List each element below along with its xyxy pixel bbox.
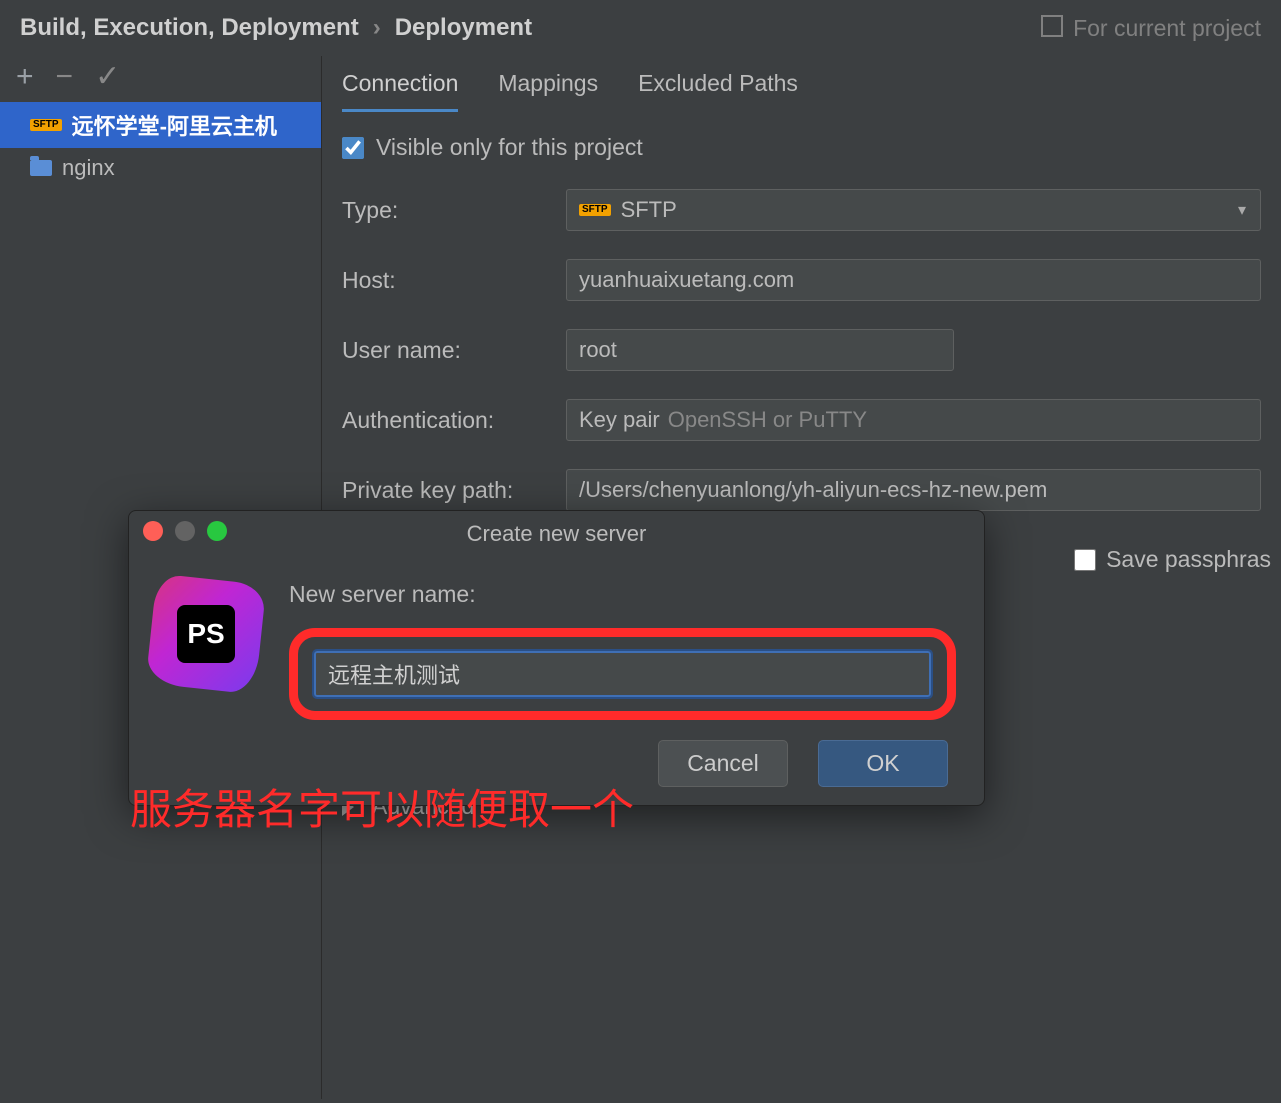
server-item-nginx[interactable]: nginx: [0, 148, 321, 188]
for-current-project-hint: For current project: [1045, 15, 1261, 42]
breadcrumb-parent[interactable]: Build, Execution, Deployment: [20, 14, 359, 42]
copy-icon: [1045, 19, 1063, 37]
tab-mappings[interactable]: Mappings: [498, 70, 598, 112]
type-value: SFTP: [621, 197, 677, 223]
visible-only-checkbox[interactable]: [342, 137, 364, 159]
server-toolbar: + − ✓: [0, 56, 321, 102]
close-icon[interactable]: [143, 521, 163, 541]
visible-only-label: Visible only for this project: [376, 134, 643, 161]
server-name: nginx: [62, 155, 115, 181]
annotation-highlight: [289, 628, 956, 720]
server-item-yuanhuai[interactable]: SFTP 远怀学堂-阿里云主机: [0, 102, 321, 148]
minimize-icon: [175, 521, 195, 541]
cancel-button[interactable]: Cancel: [658, 740, 788, 787]
type-select[interactable]: SFTP SFTP: [566, 189, 1261, 231]
tab-excluded-paths[interactable]: Excluded Paths: [638, 70, 798, 112]
chevron-right-icon: ›: [373, 14, 381, 42]
authentication-value: Key pair: [579, 407, 660, 433]
private-key-input[interactable]: /Users/chenyuanlong/yh-aliyun-ecs-hz-new…: [566, 469, 1261, 511]
type-label: Type:: [342, 197, 566, 224]
host-input[interactable]: yuanhuaixuetang.com: [566, 259, 1261, 301]
ok-button[interactable]: OK: [818, 740, 948, 787]
tab-connection[interactable]: Connection: [342, 70, 458, 112]
sftp-icon: SFTP: [579, 204, 611, 216]
sftp-icon: SFTP: [30, 119, 62, 131]
new-server-name-label: New server name:: [289, 581, 956, 608]
add-button[interactable]: +: [16, 62, 34, 92]
private-key-label: Private key path:: [342, 477, 566, 504]
breadcrumb: Build, Execution, Deployment › Deploymen…: [0, 0, 1281, 56]
tabs: Connection Mappings Excluded Paths: [322, 56, 1281, 112]
authentication-select[interactable]: Key pair OpenSSH or PuTTY: [566, 399, 1261, 441]
remove-button[interactable]: −: [56, 62, 74, 92]
annotation-text: 服务器名字可以随便取一个: [130, 776, 634, 837]
folder-icon: [30, 160, 52, 176]
check-button[interactable]: ✓: [95, 62, 120, 92]
server-name: 远怀学堂-阿里云主机: [72, 109, 277, 141]
user-name-label: User name:: [342, 337, 566, 364]
zoom-icon[interactable]: [207, 521, 227, 541]
authentication-hint: OpenSSH or PuTTY: [668, 407, 867, 433]
create-new-server-dialog: Create new server PS New server name: Ca…: [128, 510, 985, 806]
window-controls: [143, 521, 227, 541]
new-server-name-input[interactable]: [314, 651, 931, 697]
save-passphrase-label: Save passphras: [1106, 546, 1271, 573]
ps-logo-text: PS: [177, 605, 235, 663]
host-label: Host:: [342, 267, 566, 294]
dialog-title: Create new server: [467, 521, 647, 546]
dialog-titlebar: Create new server: [129, 511, 984, 557]
breadcrumb-current: Deployment: [395, 14, 532, 42]
authentication-label: Authentication:: [342, 407, 566, 434]
for-project-label: For current project: [1073, 15, 1261, 42]
phpstorm-logo-icon: PS: [147, 575, 265, 693]
user-name-input[interactable]: root: [566, 329, 954, 371]
save-passphrase-checkbox[interactable]: [1074, 549, 1096, 571]
save-passphrase-checkbox-row: Save passphras: [1074, 546, 1271, 573]
